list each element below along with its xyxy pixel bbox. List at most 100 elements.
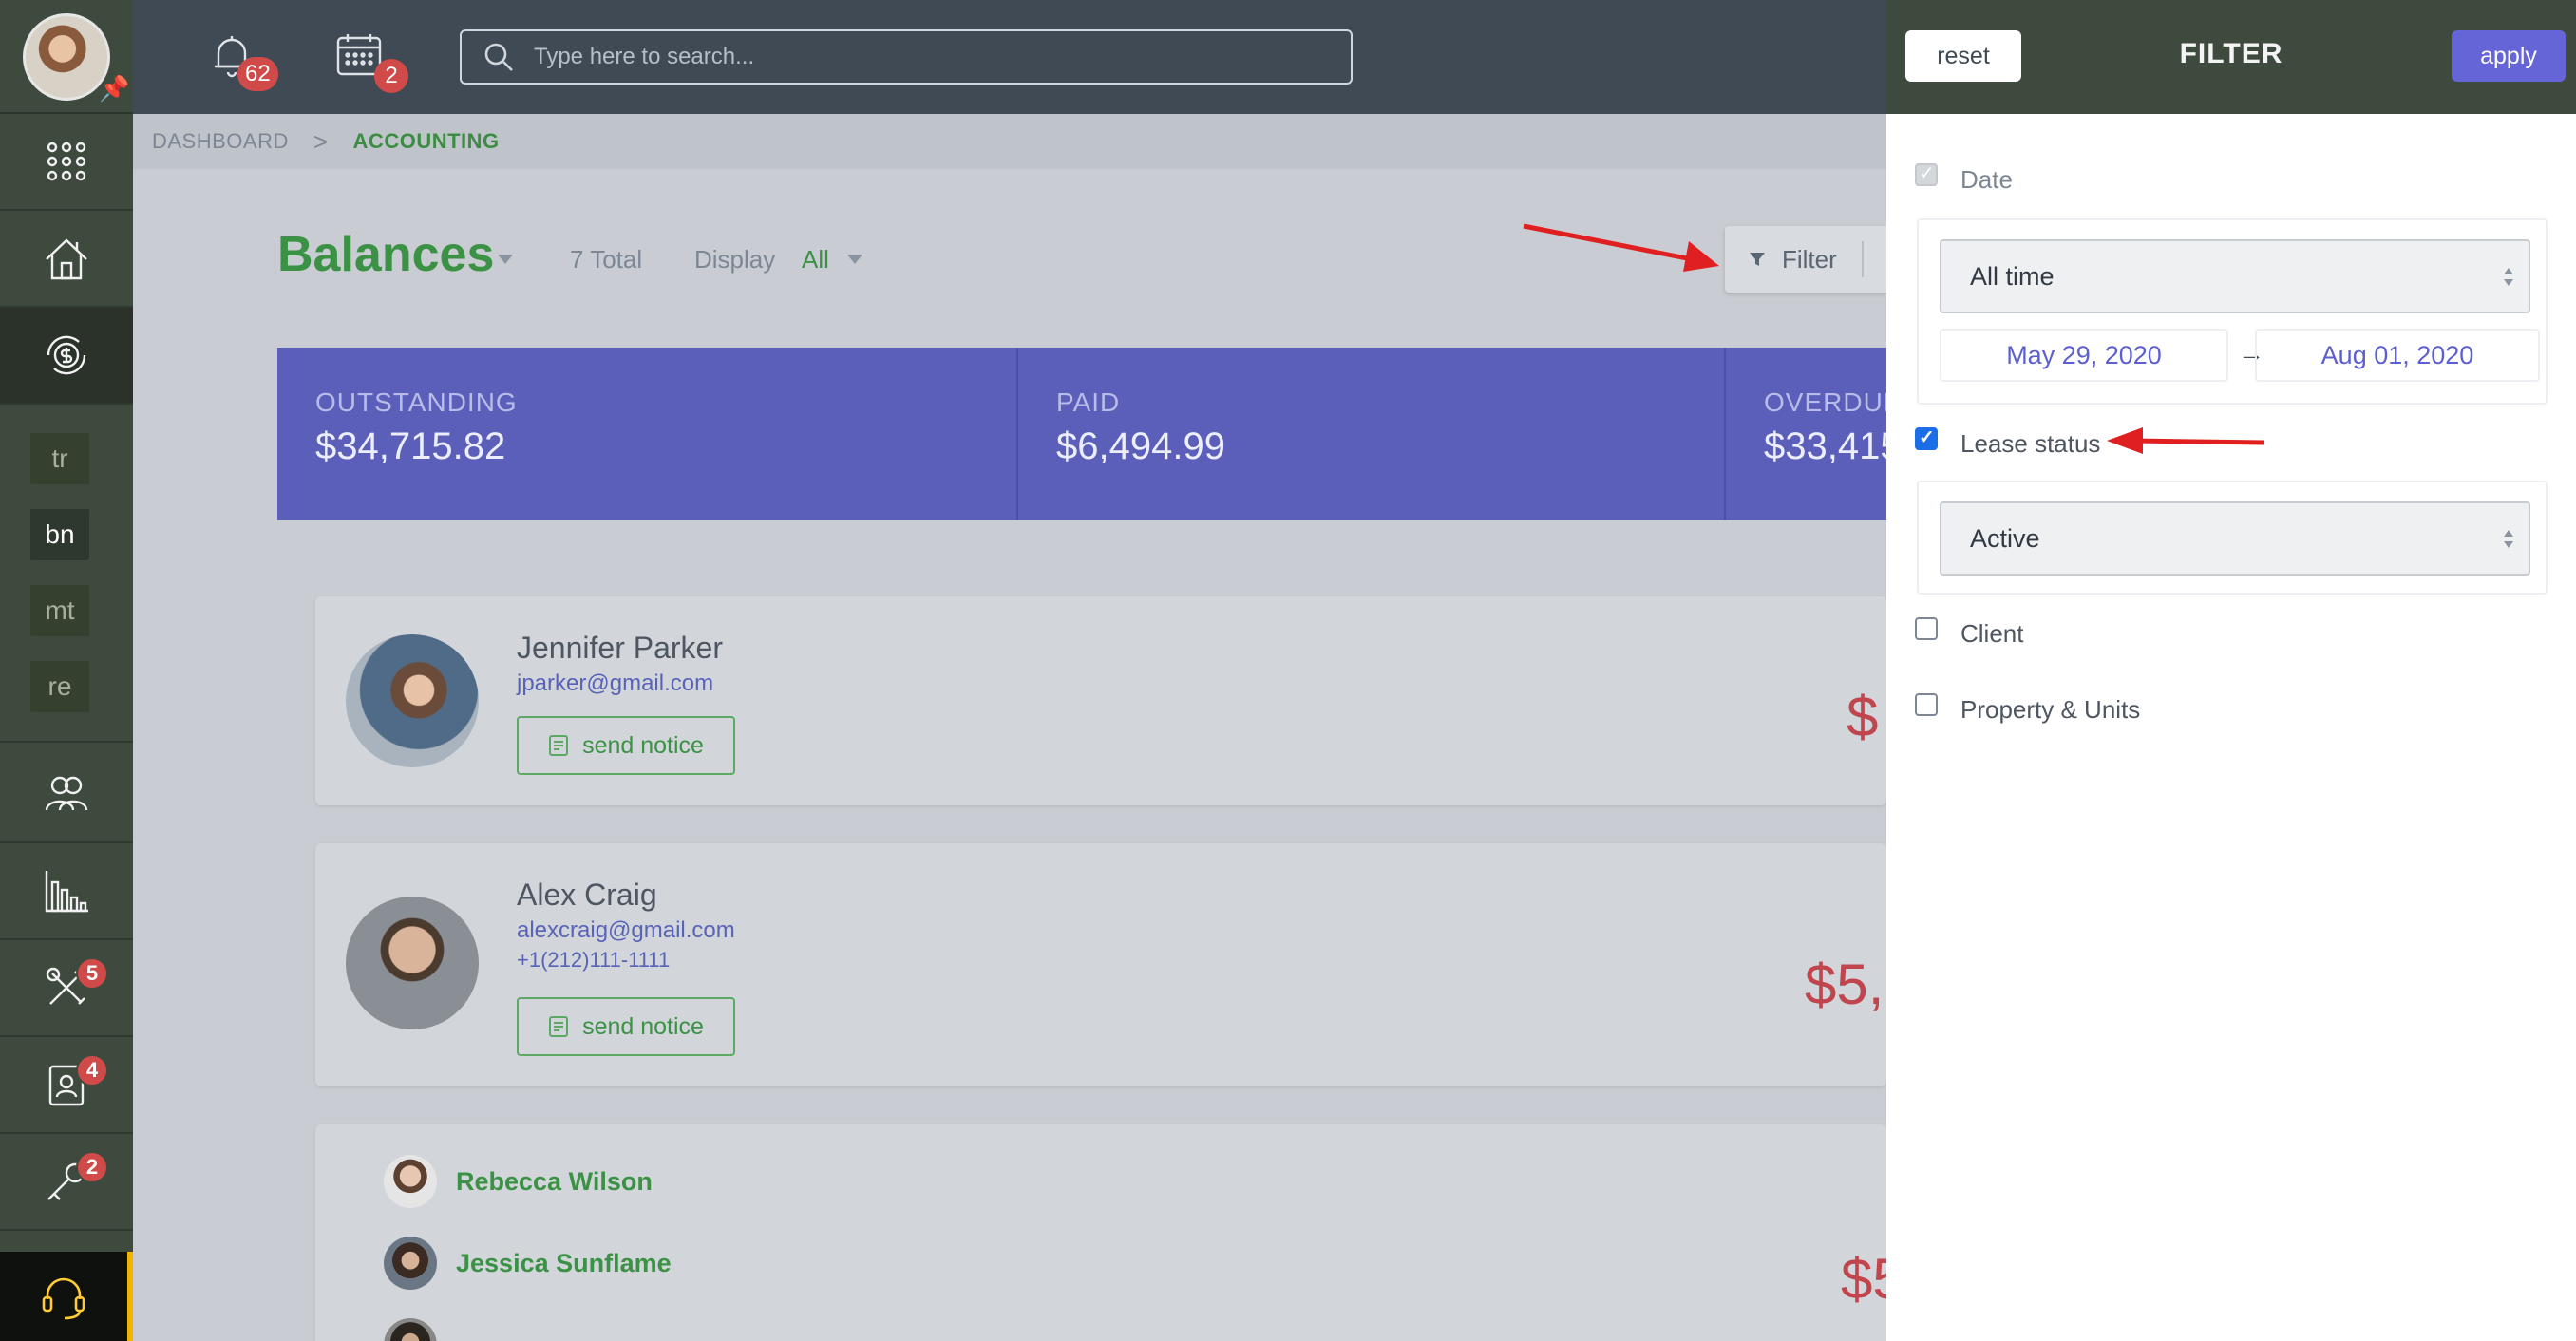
member-name[interactable]: Jessica Sunflame — [456, 1249, 672, 1278]
summary-value: $6,494.99 — [1056, 425, 1225, 467]
group-member[interactable]: Rebecca Wilson — [384, 1155, 653, 1208]
date-range-select[interactable]: All time — [1940, 239, 2530, 313]
summary-label: OUTSTANDING — [315, 387, 518, 417]
contacts-badge: 4 — [76, 1054, 108, 1086]
workspace-tile[interactable]: bn — [30, 509, 89, 560]
property-units-label: Property & Units — [1960, 695, 2141, 724]
summary-label: PAID — [1056, 387, 1121, 417]
lease-status-box: Active — [1917, 481, 2548, 595]
apply-button[interactable]: apply — [2452, 30, 2566, 82]
send-notice-label: send notice — [582, 1012, 704, 1040]
summary-paid[interactable]: PAID $6,494.99 — [1018, 348, 1726, 520]
total-count: 7 Total — [570, 245, 643, 274]
date-filter-box: All time May 29, 2020 → Aug 01, 2020 — [1917, 218, 2548, 405]
tenant-email[interactable]: jparker@gmail.com — [517, 670, 713, 697]
avatar — [384, 1237, 437, 1290]
group-member[interactable]: Jessica Sunflame — [384, 1237, 672, 1290]
summary-label: OVERDUE — [1764, 387, 1886, 417]
summary-value: $33,415 — [1764, 425, 1886, 467]
balance-summary: OUTSTANDING $34,715.82 PAID $6,494.99 OV… — [277, 348, 1886, 520]
sidebar-item-tools[interactable]: 2 — [0, 1134, 133, 1231]
date-to-field[interactable]: Aug 01, 2020 — [2255, 329, 2540, 382]
pin-icon[interactable]: 📌 — [99, 74, 129, 104]
workspace-tile[interactable]: re — [30, 661, 89, 712]
breadcrumb-separator: > — [313, 126, 329, 156]
member-name[interactable]: Rebecca Wilson — [456, 1167, 653, 1197]
tenant-email[interactable]: alexcraig@gmail.com — [517, 917, 735, 944]
money-cycle-icon — [47, 335, 86, 375]
title-dropdown-icon[interactable] — [498, 255, 513, 264]
client-checkbox[interactable] — [1915, 617, 1938, 640]
support-button[interactable] — [0, 1252, 133, 1341]
avatar — [346, 897, 479, 1029]
page-title[interactable]: Balances — [277, 226, 494, 283]
date-label: Date — [1960, 165, 2013, 194]
date-checkbox[interactable] — [1915, 161, 1938, 186]
tenant-name[interactable]: Alex Craig — [517, 878, 657, 913]
display-dropdown-icon[interactable] — [847, 255, 862, 264]
tenant-balance: $5, — [1805, 953, 1885, 1016]
sidebar-item-maintenance[interactable]: 5 — [0, 940, 133, 1037]
client-label: Client — [1960, 619, 2024, 648]
sidebar-item-accounting[interactable] — [0, 308, 133, 405]
sidebar: 📌 tr bn mt re 5 4 2 — [0, 0, 133, 1341]
sidebar-workspaces: tr bn mt re — [0, 410, 133, 743]
sidebar-item-properties[interactable] — [0, 211, 133, 308]
send-notice-button[interactable]: send notice — [517, 716, 735, 775]
filter-panel: reset FILTER apply Date All time May 29,… — [1886, 0, 2576, 1341]
avatar[interactable] — [23, 13, 110, 101]
user-profile[interactable]: 📌 — [0, 0, 133, 114]
lease-status-value: Active — [1970, 523, 2040, 553]
annotation-arrow — [1523, 223, 1719, 272]
date-range-value: All time — [1970, 261, 2055, 291]
property-units-checkbox[interactable] — [1915, 693, 1938, 716]
house-icon — [46, 238, 87, 280]
notice-icon — [549, 735, 569, 756]
top-bar: 62 2 — [133, 0, 1886, 114]
notice-icon — [549, 1016, 569, 1037]
maintenance-badge: 5 — [76, 957, 108, 990]
funnel-icon — [1750, 253, 1765, 266]
breadcrumb-dashboard[interactable]: DASHBOARD — [152, 129, 289, 154]
send-notice-button[interactable]: send notice — [517, 997, 735, 1056]
tools-badge: 2 — [76, 1151, 108, 1183]
sidebar-item-apps[interactable] — [0, 114, 133, 211]
headset-icon — [42, 1277, 85, 1320]
send-notice-label: send notice — [582, 731, 704, 759]
sidebar-item-reports[interactable] — [0, 843, 133, 940]
lease-status-select[interactable]: Active — [1940, 501, 2530, 576]
group-member[interactable] — [384, 1318, 456, 1341]
notifications-badge: 62 — [237, 57, 278, 91]
display-select[interactable]: All — [802, 245, 829, 274]
breadcrumb-accounting: ACCOUNTING — [352, 129, 500, 153]
grid-icon — [47, 142, 86, 181]
search-icon — [484, 43, 513, 71]
sidebar-item-people[interactable] — [0, 746, 133, 843]
tenant-name[interactable]: Jennifer Parker — [517, 631, 723, 666]
avatar — [384, 1155, 437, 1208]
tenant-balance: $ — [1847, 685, 1879, 748]
bar-chart-icon — [45, 871, 88, 913]
search-bar — [460, 29, 1353, 85]
annotation-arrow — [2107, 427, 2265, 454]
avatar — [346, 634, 479, 767]
summary-value: $34,715.82 — [315, 425, 506, 467]
sidebar-item-contacts[interactable]: 4 — [0, 1037, 133, 1134]
workspace-tile[interactable]: mt — [30, 585, 89, 636]
calendar-badge: 2 — [374, 59, 408, 93]
summary-outstanding[interactable]: OUTSTANDING $34,715.82 — [277, 348, 1018, 520]
filter-divider — [1862, 241, 1864, 277]
date-from-field[interactable]: May 29, 2020 — [1940, 329, 2228, 382]
display-label: Display — [694, 245, 776, 274]
filter-panel-header: reset FILTER apply — [1886, 0, 2576, 114]
filter-button[interactable]: Filter — [1725, 226, 1886, 293]
workspace-tile[interactable]: tr — [30, 433, 89, 484]
summary-overdue[interactable]: OVERDUE $33,415 — [1726, 348, 1886, 520]
lease-status-checkbox[interactable] — [1915, 425, 1938, 450]
tenant-card[interactable]: Jennifer Parker jparker@gmail.com send n… — [315, 596, 1886, 805]
tenant-phone[interactable]: +1(212)111-1111 — [517, 948, 670, 973]
breadcrumb: DASHBOARD > ACCOUNTING — [133, 114, 1886, 169]
lease-status-label: Lease status — [1960, 429, 2101, 458]
search-input[interactable] — [534, 44, 1313, 70]
tenant-card[interactable]: Alex Craig alexcraig@gmail.com +1(212)11… — [315, 843, 1886, 1086]
